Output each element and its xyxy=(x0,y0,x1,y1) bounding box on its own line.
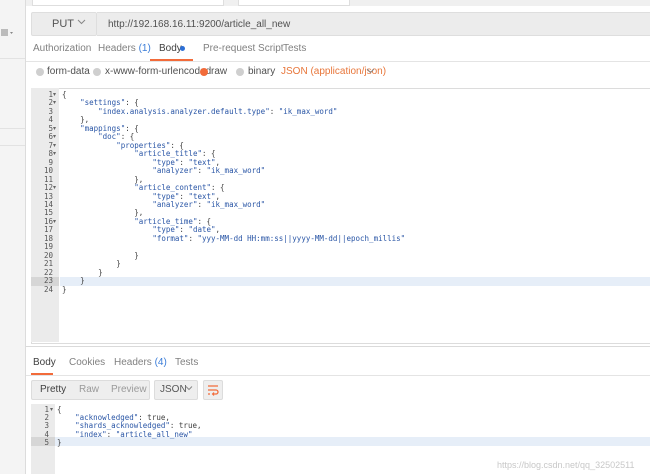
line-number: 5 xyxy=(44,437,49,447)
method-label: PUT xyxy=(52,18,74,30)
code-line: } xyxy=(57,437,62,447)
watermark: https://blog.csdn.net/qq_32502511 xyxy=(497,460,635,470)
radio-binary[interactable] xyxy=(236,68,244,76)
chevron-down-icon xyxy=(185,384,193,394)
fold-caret-icon[interactable]: ▾ xyxy=(53,91,56,98)
fold-caret-icon[interactable]: ▾ xyxy=(53,150,56,157)
option-label-urlencoded: x-www-form-urlencoded xyxy=(105,66,212,77)
raw-button[interactable]: Raw xyxy=(79,384,99,395)
response-tab-headers[interactable]: Headers (4) xyxy=(114,357,167,368)
code-line: } xyxy=(62,284,67,294)
modified-dot-icon xyxy=(180,46,185,51)
response-format-label: JSON xyxy=(160,384,187,395)
option-label-raw: raw xyxy=(211,66,228,77)
code-line: "index": "article_all_new" xyxy=(75,429,193,439)
top-tab-strip xyxy=(26,0,650,6)
url-text: http://192.168.16.11:9200/article_all_ne… xyxy=(108,18,291,30)
sidebar-mini-icon[interactable] xyxy=(0,27,25,41)
code-line: "index.analysis.analyzer.default.type": … xyxy=(98,106,338,116)
radio-urlencoded[interactable] xyxy=(93,68,101,76)
fold-caret-icon[interactable]: ▾ xyxy=(53,99,56,106)
fold-caret-icon[interactable]: ▾ xyxy=(53,218,56,225)
wrap-icon xyxy=(208,385,219,396)
radio-raw[interactable] xyxy=(200,68,208,76)
divider xyxy=(26,61,650,62)
tab-headers[interactable]: Headers (1) xyxy=(98,43,151,54)
pane-splitter[interactable] xyxy=(26,346,650,347)
line-number: 24 xyxy=(43,284,53,294)
tab-pre-request-script[interactable]: Pre-request Script xyxy=(203,43,284,54)
fold-caret-icon[interactable]: ▾ xyxy=(53,142,56,149)
fold-caret-icon[interactable]: ▾ xyxy=(53,125,56,132)
chevron-down-icon xyxy=(366,66,375,77)
response-tab-cookies[interactable]: Cookies xyxy=(69,357,105,368)
radio-form-data[interactable] xyxy=(36,68,44,76)
tab-authorization[interactable]: Authorization xyxy=(33,43,91,54)
fold-caret-icon[interactable]: ▾ xyxy=(53,133,56,140)
response-tab-body[interactable]: Body xyxy=(33,357,56,368)
fold-caret-icon[interactable]: ▾ xyxy=(50,406,53,413)
sidebar-collapsed xyxy=(0,0,26,474)
option-label-binary: binary xyxy=(248,66,276,77)
option-label-form-data: form-data xyxy=(47,66,90,77)
method-select[interactable]: PUT xyxy=(31,12,97,36)
tab-tests[interactable]: Tests xyxy=(283,43,306,54)
wrap-lines-button[interactable] xyxy=(203,380,223,400)
request-tab[interactable] xyxy=(238,0,350,6)
active-line-highlight xyxy=(60,277,650,286)
tab-body[interactable]: Body xyxy=(159,43,182,54)
pretty-button[interactable]: Pretty xyxy=(40,384,66,395)
preview-button[interactable]: Preview xyxy=(111,384,147,395)
divider xyxy=(26,375,650,376)
request-tab[interactable] xyxy=(32,0,224,6)
response-tab-tests[interactable]: Tests xyxy=(175,357,198,368)
chevron-down-icon xyxy=(77,17,86,28)
url-input[interactable]: http://192.168.16.11:9200/article_all_ne… xyxy=(97,12,650,36)
fold-caret-icon[interactable]: ▾ xyxy=(53,184,56,191)
